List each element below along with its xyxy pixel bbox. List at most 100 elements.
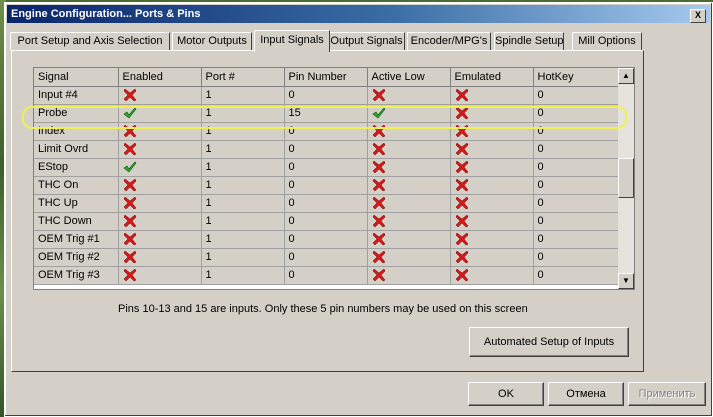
cell-enabled[interactable] <box>118 122 202 141</box>
cell-signal[interactable]: Limit Ovrd <box>34 140 119 159</box>
cell-active-low[interactable] <box>367 140 451 159</box>
cross-icon[interactable] <box>455 232 469 246</box>
table-row[interactable]: OEM Trig #3 1 0 0 <box>34 266 621 285</box>
cell-pin[interactable]: 0 <box>284 140 368 159</box>
cell-enabled[interactable] <box>118 176 202 195</box>
cell-emulated[interactable] <box>450 248 534 267</box>
cross-icon[interactable] <box>455 178 469 192</box>
cell-pin[interactable]: 0 <box>284 122 368 141</box>
cell-hotkey[interactable]: 0 <box>533 194 621 213</box>
cross-icon[interactable] <box>123 142 137 156</box>
cell-hotkey[interactable]: 0 <box>533 266 621 285</box>
scroll-up-button[interactable]: ▲ <box>618 68 634 84</box>
cross-icon[interactable] <box>455 160 469 174</box>
cross-icon[interactable] <box>372 124 386 138</box>
cell-active-low[interactable] <box>367 104 451 123</box>
table-row[interactable]: THC On 1 0 0 <box>34 176 621 195</box>
table-row[interactable]: Limit Ovrd 1 0 0 <box>34 140 621 159</box>
cross-icon[interactable] <box>123 88 137 102</box>
cell-port[interactable]: 1 <box>201 140 285 159</box>
cell-pin[interactable]: 0 <box>284 248 368 267</box>
cancel-button[interactable]: Отмена <box>548 382 624 406</box>
cell-port[interactable]: 1 <box>201 212 285 231</box>
cell-enabled[interactable] <box>118 230 202 249</box>
cell-active-low[interactable] <box>367 122 451 141</box>
cell-hotkey[interactable]: 0 <box>533 104 621 123</box>
cell-enabled[interactable] <box>118 140 202 159</box>
cell-emulated[interactable] <box>450 122 534 141</box>
cross-icon[interactable] <box>123 214 137 228</box>
cell-enabled[interactable] <box>118 212 202 231</box>
tab-motor-outputs[interactable]: Motor Outputs <box>172 32 252 50</box>
cell-emulated[interactable] <box>450 176 534 195</box>
cross-icon[interactable] <box>123 124 137 138</box>
cell-active-low[interactable] <box>367 194 451 213</box>
table-row[interactable]: THC Up 1 0 0 <box>34 194 621 213</box>
cell-hotkey[interactable]: 0 <box>533 176 621 195</box>
cell-port[interactable]: 1 <box>201 104 285 123</box>
cross-icon[interactable] <box>455 88 469 102</box>
table-row[interactable]: OEM Trig #2 1 0 0 <box>34 248 621 267</box>
cross-icon[interactable] <box>123 268 137 282</box>
cell-active-low[interactable] <box>367 230 451 249</box>
cross-icon[interactable] <box>455 106 469 120</box>
tab-port-setup-and-axis-selection[interactable]: Port Setup and Axis Selection <box>10 32 170 50</box>
cell-port[interactable]: 1 <box>201 248 285 267</box>
tab-input-signals[interactable]: Input Signals <box>254 30 330 52</box>
cell-pin[interactable]: 0 <box>284 194 368 213</box>
cell-emulated[interactable] <box>450 230 534 249</box>
cell-port[interactable]: 1 <box>201 158 285 177</box>
cell-pin[interactable]: 0 <box>284 176 368 195</box>
cross-icon[interactable] <box>455 196 469 210</box>
cross-icon[interactable] <box>123 178 137 192</box>
ok-button[interactable]: OK <box>468 382 544 406</box>
cell-signal[interactable]: OEM Trig #2 <box>34 248 119 267</box>
table-row[interactable]: EStop 1 0 0 <box>34 158 621 177</box>
cell-enabled[interactable] <box>118 158 202 177</box>
cell-active-low[interactable] <box>367 212 451 231</box>
cell-emulated[interactable] <box>450 266 534 285</box>
cell-enabled[interactable] <box>118 248 202 267</box>
cell-hotkey[interactable]: 0 <box>533 86 621 105</box>
check-icon[interactable] <box>122 161 137 173</box>
cell-emulated[interactable] <box>450 140 534 159</box>
cross-icon[interactable] <box>123 250 137 264</box>
cross-icon[interactable] <box>372 268 386 282</box>
cell-signal[interactable]: EStop <box>34 158 119 177</box>
cell-active-low[interactable] <box>367 86 451 105</box>
table-row[interactable]: Probe 1 15 0 <box>34 104 621 123</box>
cell-enabled[interactable] <box>118 86 202 105</box>
cell-emulated[interactable] <box>450 212 534 231</box>
cell-signal[interactable]: THC On <box>34 176 119 195</box>
cell-emulated[interactable] <box>450 104 534 123</box>
cell-port[interactable]: 1 <box>201 266 285 285</box>
cell-active-low[interactable] <box>367 248 451 267</box>
cell-pin[interactable]: 0 <box>284 86 368 105</box>
cell-port[interactable]: 1 <box>201 194 285 213</box>
table-row[interactable]: Input #4 1 0 0 <box>34 86 621 105</box>
cell-port[interactable]: 1 <box>201 230 285 249</box>
cell-pin[interactable]: 15 <box>284 104 368 123</box>
cell-port[interactable]: 1 <box>201 86 285 105</box>
cell-port[interactable]: 1 <box>201 176 285 195</box>
table-row[interactable]: Index 1 0 0 <box>34 122 621 141</box>
cell-active-low[interactable] <box>367 176 451 195</box>
cell-active-low[interactable] <box>367 158 451 177</box>
check-icon[interactable] <box>371 107 386 119</box>
cell-hotkey[interactable]: 0 <box>533 230 621 249</box>
cell-emulated[interactable] <box>450 86 534 105</box>
scroll-thumb[interactable] <box>618 158 634 198</box>
cell-signal[interactable]: THC Up <box>34 194 119 213</box>
cross-icon[interactable] <box>372 142 386 156</box>
scroll-down-button[interactable]: ▼ <box>618 273 634 289</box>
cell-signal[interactable]: OEM Trig #3 <box>34 266 119 285</box>
cross-icon[interactable] <box>372 88 386 102</box>
cross-icon[interactable] <box>372 196 386 210</box>
cell-enabled[interactable] <box>118 266 202 285</box>
cell-emulated[interactable] <box>450 158 534 177</box>
cross-icon[interactable] <box>455 124 469 138</box>
cross-icon[interactable] <box>372 214 386 228</box>
cell-signal[interactable]: Input #4 <box>34 86 119 105</box>
cell-hotkey[interactable]: 0 <box>533 158 621 177</box>
cell-pin[interactable]: 0 <box>284 230 368 249</box>
